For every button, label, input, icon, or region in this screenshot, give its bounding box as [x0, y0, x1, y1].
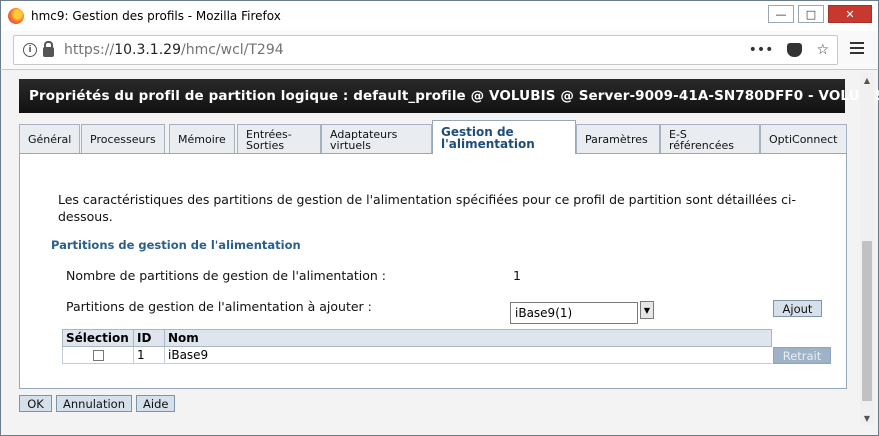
scroll-up-icon[interactable]: ▲: [860, 73, 874, 87]
row-select-cell: [62, 346, 134, 364]
url-text[interactable]: https://10.3.1.29/hmc/wcl/T294: [64, 42, 284, 58]
dialog-buttons: OK Annulation Aide: [19, 395, 176, 412]
add-partition-select[interactable]: iBase9(1): [510, 302, 638, 324]
window-titlebar: hmc9: Gestion des profils - Mozilla Fire…: [0, 0, 879, 31]
column-header-id[interactable]: ID: [133, 329, 165, 347]
row-name: iBase9: [164, 346, 772, 364]
tab-processeurs[interactable]: Processeurs: [81, 124, 165, 154]
window-controls: — □ ✕: [768, 5, 872, 23]
close-button[interactable]: ✕: [828, 5, 872, 23]
table-row: 1 iBase9: [62, 346, 772, 364]
hamburger-menu-icon[interactable]: [850, 42, 864, 54]
minimize-button[interactable]: —: [768, 5, 794, 23]
more-actions-icon[interactable]: •••: [749, 42, 774, 58]
scroll-down-icon[interactable]: ▼: [860, 411, 874, 425]
count-label: Nombre de partitions de gestion de l'ali…: [66, 268, 387, 283]
table-header-row: Sélection ID Nom: [62, 329, 772, 347]
url-bar[interactable]: i https://10.3.1.29/hmc/wcl/T294 ••• ☆: [13, 35, 838, 65]
scrollbar[interactable]: ▲ ▼: [860, 73, 874, 425]
ok-button[interactable]: OK: [19, 395, 52, 412]
pocket-icon[interactable]: [787, 43, 803, 57]
tab-bar: Général Processeurs Mémoire Entrées- Sor…: [19, 120, 847, 154]
add-button[interactable]: Ajout: [773, 300, 822, 317]
column-header-name[interactable]: Nom: [164, 329, 772, 347]
tab-entrees-sorties[interactable]: Entrées- Sorties: [237, 124, 321, 154]
help-button[interactable]: Aide: [136, 395, 176, 412]
maximize-button[interactable]: □: [798, 5, 824, 23]
firefox-icon: [8, 8, 24, 24]
row-checkbox[interactable]: [92, 350, 104, 361]
chevron-down-icon[interactable]: ▼: [640, 301, 654, 319]
tab-gestion-alimentation[interactable]: Gestion de l'alimentation: [432, 120, 576, 154]
add-label: Partitions de gestion de l'alimentation …: [66, 299, 372, 314]
scroll-thumb[interactable]: [862, 241, 872, 401]
browser-navbar: i https://10.3.1.29/hmc/wcl/T294 ••• ☆: [0, 31, 879, 69]
tab-parametres[interactable]: Paramètres: [576, 124, 660, 154]
partitions-table: Sélection ID Nom 1 iBase9: [62, 329, 772, 364]
page-content: Propriétés du profil de partition logiqu…: [0, 69, 879, 436]
window-title: hmc9: Gestion des profils - Mozilla Fire…: [31, 9, 281, 23]
lock-icon[interactable]: [43, 41, 54, 57]
url-actions: ••• ☆: [749, 42, 829, 58]
cancel-button[interactable]: Annulation: [56, 395, 133, 412]
tab-es-referencees[interactable]: E-S référencées: [660, 124, 760, 154]
tab-memoire[interactable]: Mémoire: [169, 124, 235, 154]
tab-general[interactable]: Général: [19, 124, 81, 154]
tab-panel: Les caractéristiques des partitions de g…: [19, 153, 847, 389]
tab-opticonnect[interactable]: OptiConnect: [760, 124, 847, 154]
section-title: Partitions de gestion de l'alimentation: [51, 238, 301, 252]
remove-button[interactable]: Retrait: [773, 347, 831, 364]
column-header-selection[interactable]: Sélection: [62, 329, 134, 347]
description-text: Les caractéristiques des partitions de g…: [58, 192, 796, 224]
row-id: 1: [133, 346, 165, 364]
tab-adaptateurs-virtuels[interactable]: Adaptateurs virtuels: [321, 124, 432, 154]
dialog-header: Propriétés du profil de partition logiqu…: [19, 79, 879, 113]
count-value: 1: [513, 268, 521, 283]
bookmark-star-icon[interactable]: ☆: [816, 42, 829, 58]
info-icon[interactable]: i: [23, 43, 37, 57]
